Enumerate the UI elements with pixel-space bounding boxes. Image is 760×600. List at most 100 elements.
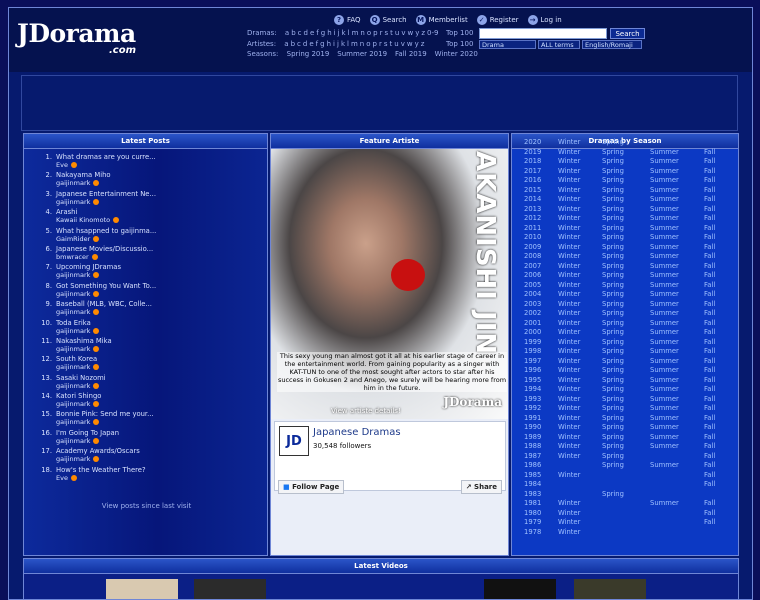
artistes-letter-link[interactable]: e (309, 40, 313, 48)
dramas-letter-link[interactable]: k (342, 29, 346, 37)
post-title-link[interactable]: Japanese Movies/Discussio... (56, 245, 153, 253)
post-title-link[interactable]: What dramas are you curre... (56, 153, 156, 161)
post-title-link[interactable]: Arashi (56, 208, 77, 216)
dramas-letter-link[interactable]: y (415, 29, 419, 37)
dramas-letter-link[interactable]: d (304, 29, 308, 37)
season-link[interactable]: Fall (704, 195, 715, 203)
dramas-letter-link[interactable]: w (407, 29, 413, 37)
post-author[interactable]: gaijinmark (56, 179, 100, 187)
season-year[interactable]: 2006 (524, 271, 541, 279)
season-link[interactable]: Spring (602, 414, 624, 422)
season-year[interactable]: 2009 (524, 243, 541, 251)
season-link[interactable]: Spring (602, 366, 624, 374)
season-link[interactable]: Fall (704, 471, 715, 479)
artistes-letter-link[interactable]: s (384, 40, 388, 48)
season-link[interactable]: Spring (602, 252, 624, 260)
post-author[interactable]: gaijinmark (56, 290, 100, 298)
season-link[interactable]: Spring (602, 433, 624, 441)
season-link[interactable]: Fall 2019 (395, 50, 427, 58)
season-year[interactable]: 2018 (524, 157, 541, 165)
season-link[interactable]: Fall (704, 281, 715, 289)
artistes-letter-link[interactable]: w (407, 40, 413, 48)
season-link[interactable]: Summer (650, 214, 679, 222)
season-year[interactable]: 2004 (524, 290, 541, 298)
season-link[interactable]: Summer (650, 347, 679, 355)
post-author[interactable]: Kawaii Kinomoto (56, 216, 120, 224)
season-link[interactable]: Fall (704, 328, 715, 336)
season-link[interactable]: Spring (602, 357, 624, 365)
post-title-link[interactable]: What hsappned to gaijinma... (56, 227, 156, 235)
season-link[interactable]: Summer (650, 281, 679, 289)
season-link[interactable]: Spring (602, 195, 624, 203)
season-link[interactable]: Summer (650, 414, 679, 422)
season-link[interactable]: Winter (558, 271, 580, 279)
post-title-link[interactable]: Got Something You Want To... (56, 282, 156, 290)
post-title-link[interactable]: Katori Shingo (56, 392, 101, 400)
season-link[interactable]: Fall (704, 395, 715, 403)
season-year[interactable]: 1980 (524, 509, 541, 517)
season-link[interactable]: Winter 2020 (435, 50, 478, 58)
post-title-link[interactable]: Nakayama Miho (56, 171, 111, 179)
artistes-letter-link[interactable]: l (347, 40, 349, 48)
video-thumbnail[interactable] (574, 579, 646, 599)
nav-memberlist[interactable]: M Memberlist (415, 15, 468, 25)
season-link[interactable]: Spring (602, 442, 624, 450)
season-year[interactable]: 2008 (524, 252, 541, 260)
video-thumbnail[interactable] (484, 579, 556, 599)
artistes-letter-link[interactable]: k (341, 40, 345, 48)
season-link[interactable]: Summer (650, 499, 679, 507)
search-button[interactable]: Search (610, 28, 645, 39)
season-year[interactable]: 2016 (524, 176, 541, 184)
dramas-letter-link[interactable]: n (360, 29, 364, 37)
season-link[interactable]: Winter (558, 186, 580, 194)
artistes-letter-link[interactable]: r (379, 40, 382, 48)
season-year[interactable]: 2001 (524, 319, 541, 327)
view-posts-link[interactable]: View posts since last visit (24, 502, 269, 510)
season-link[interactable]: Winter (558, 300, 580, 308)
follow-page-button[interactable]: ■ Follow Page (278, 480, 345, 494)
season-link[interactable]: Fall (704, 186, 715, 194)
season-year[interactable]: 1983 (524, 490, 541, 498)
season-link[interactable]: Summer (650, 271, 679, 279)
season-link[interactable]: Winter (558, 243, 580, 251)
artistes-letter-link[interactable]: g (320, 40, 324, 48)
season-link[interactable]: Spring (602, 167, 624, 175)
post-author[interactable]: gaijinmark (56, 198, 100, 206)
season-link[interactable]: Spring (602, 385, 624, 393)
search-type-select[interactable]: Drama (479, 40, 536, 49)
dramas-letter-link[interactable]: 0-9 (427, 29, 438, 37)
season-link[interactable]: Fall (704, 518, 715, 526)
season-link[interactable]: Winter (558, 442, 580, 450)
season-year[interactable]: 2007 (524, 262, 541, 270)
season-year[interactable]: 2020 (524, 138, 541, 146)
season-link[interactable]: Spring (602, 309, 624, 317)
dramas-letter-link[interactable]: u (395, 29, 399, 37)
season-link[interactable]: Summer (650, 252, 679, 260)
season-link[interactable]: Fall (704, 452, 715, 460)
season-link[interactable]: Spring (602, 319, 624, 327)
dramas-letter-link[interactable]: o (367, 29, 371, 37)
post-title-link[interactable]: Academy Awards/Oscars (56, 447, 140, 455)
post-author[interactable]: gaijinmark (56, 327, 100, 335)
season-year[interactable]: 1990 (524, 423, 541, 431)
season-link[interactable]: Winter (558, 157, 580, 165)
season-link[interactable]: Fall (704, 423, 715, 431)
season-link[interactable]: Summer (650, 186, 679, 194)
season-link[interactable]: Fall (704, 480, 715, 488)
season-link[interactable]: Winter (558, 281, 580, 289)
dramas-letter-link[interactable]: s (384, 29, 388, 37)
season-link[interactable]: Winter (558, 233, 580, 241)
season-link[interactable]: Winter (558, 385, 580, 393)
post-author[interactable]: gaijinmark (56, 400, 100, 408)
season-link[interactable]: Spring (602, 176, 624, 184)
season-year[interactable]: 1993 (524, 395, 541, 403)
season-link[interactable]: Fall (704, 148, 715, 156)
season-link[interactable]: Spring (602, 338, 624, 346)
nav-register[interactable]: ✓ Register (476, 15, 519, 25)
dramas-letter-link[interactable]: z (421, 29, 425, 37)
share-button[interactable]: ↗ Share (460, 480, 502, 494)
season-link[interactable]: Spring (602, 224, 624, 232)
season-year[interactable]: 2019 (524, 148, 541, 156)
season-link[interactable]: Summer (650, 243, 679, 251)
season-link[interactable]: Summer 2019 (337, 50, 387, 58)
